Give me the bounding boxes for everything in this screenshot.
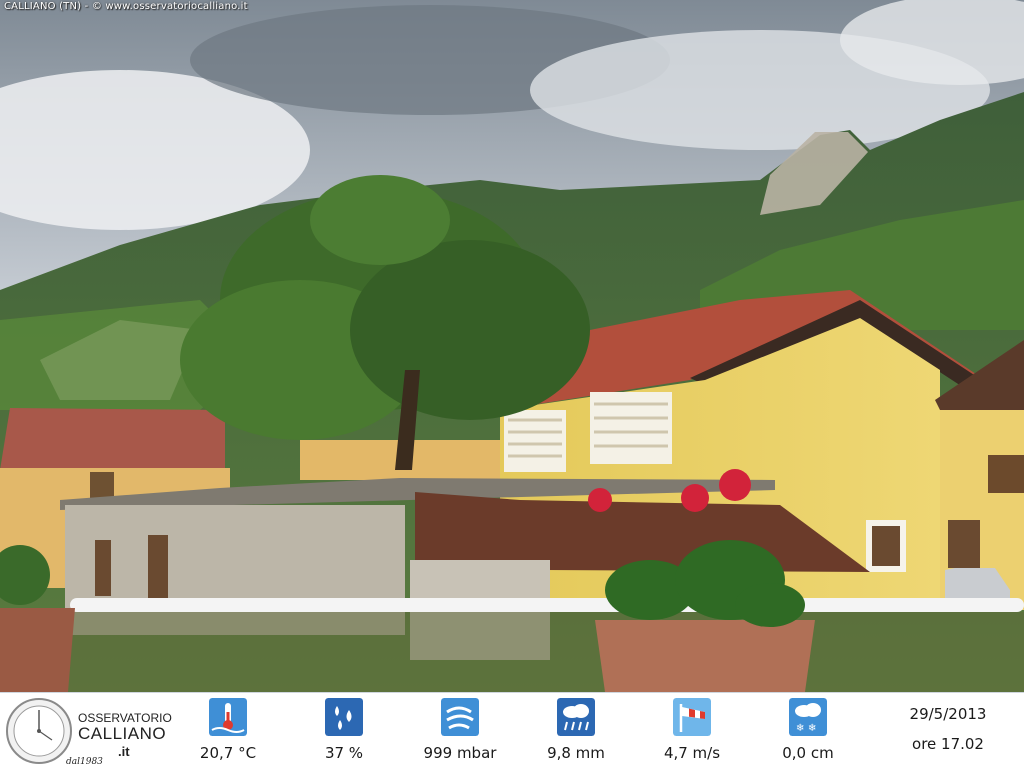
svg-text:❄: ❄ bbox=[796, 723, 804, 734]
flower-pot bbox=[595, 620, 815, 692]
rain-value: 9,8 mm bbox=[547, 744, 605, 762]
thermometer-icon bbox=[209, 698, 247, 736]
webcam-caption: CALLIANO (TN) - © www.osservatoriocallia… bbox=[4, 1, 248, 12]
svg-text:❄: ❄ bbox=[808, 723, 816, 734]
village-mountain-scene bbox=[0, 0, 1024, 692]
brand-block: OSSERVATORIO CALLIANO .it dal1983 bbox=[66, 711, 172, 767]
shed-window bbox=[148, 535, 168, 605]
left-pot bbox=[0, 608, 75, 692]
white-railing bbox=[70, 598, 1024, 612]
balcony bbox=[988, 455, 1024, 493]
observatory-logo-icon bbox=[6, 698, 72, 764]
wind-stat: 4,7 m/s bbox=[642, 693, 742, 769]
brand-line1: OSSERVATORIO bbox=[78, 711, 172, 725]
wind-value: 4,7 m/s bbox=[663, 744, 721, 762]
temperature-stat: 20,7 °C bbox=[178, 693, 278, 769]
pressure-wind-icon bbox=[441, 698, 479, 736]
pressure-stat: 999 mbar bbox=[410, 693, 510, 769]
rain-stat: 9,8 mm bbox=[526, 693, 626, 769]
rain-cloud-icon bbox=[557, 698, 595, 736]
humidity-stat: 37 % bbox=[294, 693, 394, 769]
temperature-value: 20,7 °C bbox=[199, 744, 257, 762]
pressure-value: 999 mbar bbox=[423, 744, 497, 762]
weather-info-bar: OSSERVATORIO CALLIANO .it dal1983 20,7 °… bbox=[0, 692, 1024, 769]
brand-since: dal1983 bbox=[66, 757, 103, 767]
house-window bbox=[872, 526, 900, 566]
datetime-block: 29/5/2013 ore 17.02 bbox=[880, 693, 1016, 769]
time-text: ore 17.02 bbox=[912, 735, 984, 753]
snow-stat: ❄ ❄ 0,0 cm bbox=[758, 693, 858, 769]
humidity-drops-icon bbox=[325, 698, 363, 736]
left-house-roof bbox=[0, 408, 225, 470]
brand-line2: CALLIANO bbox=[78, 724, 167, 743]
right-house-door bbox=[948, 520, 980, 568]
webcam-photo: CALLIANO (TN) - © www.osservatoriocallia… bbox=[0, 0, 1024, 692]
snow-value: 0,0 cm bbox=[782, 744, 834, 762]
windsock-icon bbox=[673, 698, 711, 736]
shed-window bbox=[95, 540, 111, 596]
snow-cloud-icon: ❄ ❄ bbox=[789, 698, 827, 736]
date-text: 29/5/2013 bbox=[909, 705, 987, 723]
garden-ground bbox=[0, 612, 1024, 692]
humidity-value: 37 % bbox=[324, 744, 364, 762]
brand-line3: .it bbox=[118, 744, 130, 759]
